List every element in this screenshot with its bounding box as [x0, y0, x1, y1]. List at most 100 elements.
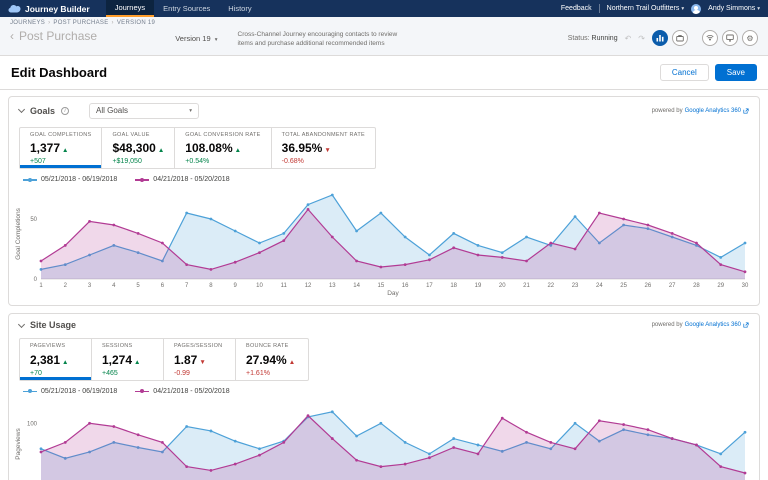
metric-goal-completions[interactable]: GOAL COMPLETIONS 1,377 ▲ +507 — [20, 127, 103, 169]
page-title: Edit Dashboard — [11, 64, 108, 80]
metric-total-abandonment-rate[interactable]: TOTAL ABANDONMENT RATE 36.95% ▼ -0.68% — [272, 128, 375, 169]
external-link-icon — [743, 108, 749, 114]
google-analytics-link[interactable]: Google Analytics 360 — [685, 108, 741, 114]
svg-text:28: 28 — [693, 283, 700, 289]
goals-chart: 0 50 1 2 3 4 5 6 7 8 9 10 11 12 13 14 15 16 17 18 19 20 21 22 23… — [13, 183, 755, 302]
svg-text:27: 27 — [669, 283, 676, 289]
svg-text:18: 18 — [450, 283, 457, 289]
collapse-goals-icon[interactable] — [17, 106, 26, 114]
svg-text:6: 6 — [161, 283, 165, 289]
tab-entry-sources[interactable]: Entry Sources — [154, 0, 219, 17]
nav-right: Feedback Northern Trail Outfitters ▾ Andy… — [561, 0, 768, 17]
chevron-down-icon: ▾ — [189, 107, 193, 114]
journey-description: Cross-Channel Journey encouraging contac… — [237, 31, 398, 48]
svg-text:24: 24 — [596, 283, 603, 289]
settings-gear-button[interactable]: ⚙ — [742, 30, 758, 47]
site-usage-legend: 05/21/2018 - 06/19/2018 04/21/2018 - 05/… — [9, 381, 759, 395]
svg-text:Day: Day — [387, 290, 399, 297]
svg-text:0: 0 — [34, 277, 38, 283]
svg-text:13: 13 — [329, 283, 336, 289]
version-select[interactable]: Version 19 ▾ — [175, 34, 217, 49]
breadcrumb: JOURNEYS › POST PURCHASE › VERSION 19 — [10, 20, 155, 26]
metric-goal-conversion-rate[interactable]: GOAL CONVERSION RATE 108.08% ▲ +0.54% — [175, 127, 272, 169]
breadcrumb-version: VERSION 19 — [116, 20, 156, 26]
legend-marker-icon — [135, 389, 150, 394]
svg-text:11: 11 — [281, 283, 288, 289]
svg-text:3: 3 — [88, 283, 92, 289]
info-icon[interactable]: i — [61, 106, 70, 115]
svg-text:7: 7 — [185, 283, 189, 289]
powered-by-label: powered by — [651, 107, 683, 114]
collapse-site-usage-icon[interactable] — [17, 320, 26, 328]
feedback-link[interactable]: Feedback — [561, 5, 592, 12]
version-label: Version 19 — [175, 34, 211, 43]
app-title: Journey Builder — [25, 3, 90, 14]
svg-text:Pageviews: Pageviews — [15, 427, 22, 459]
goal-filter-select[interactable]: All Goals ▾ — [89, 102, 200, 119]
back-icon[interactable]: ‹ — [10, 30, 14, 42]
org-menu[interactable]: Northern Trail Outfitters ▾ — [607, 5, 685, 12]
save-button[interactable]: Save — [714, 63, 757, 81]
trend-arrow-icon: ▲ — [288, 358, 296, 366]
metric-pages-per-session[interactable]: PAGES/SESSION 1.87 ▼ -0.99 — [164, 339, 236, 380]
legend-series-current[interactable]: 05/21/2018 - 06/19/2018 — [23, 176, 117, 183]
legend-series-previous[interactable]: 04/21/2018 - 05/20/2018 — [135, 388, 230, 395]
breadcrumb-separator: › — [111, 20, 114, 26]
svg-text:15: 15 — [378, 283, 385, 289]
edit-actions: Cancel Save — [659, 63, 757, 81]
avatar[interactable] — [691, 3, 702, 14]
goals-legend: 05/21/2018 - 06/19/2018 04/21/2018 - 05/… — [9, 169, 759, 183]
status-label: Status: — [567, 34, 590, 42]
briefcase-button[interactable] — [672, 30, 688, 47]
legend-series-previous[interactable]: 04/21/2018 - 05/20/2018 — [135, 176, 230, 183]
dashboard-main: Goals i All Goals ▾ powered by Google An… — [0, 89, 768, 480]
goals-panel: Goals i All Goals ▾ powered by Google An… — [8, 95, 760, 307]
legend-series-current[interactable]: 05/21/2018 - 06/19/2018 — [23, 388, 117, 395]
svg-text:14: 14 — [353, 283, 360, 289]
svg-text:50: 50 — [30, 217, 37, 223]
svg-text:26: 26 — [645, 283, 652, 289]
svg-text:4: 4 — [112, 283, 116, 289]
external-link-icon — [743, 322, 749, 328]
svg-text:100: 100 — [27, 421, 38, 427]
breadcrumb-journeys[interactable]: JOURNEYS — [10, 20, 45, 26]
broadcast-button[interactable] — [702, 30, 718, 47]
breadcrumb-post-purchase[interactable]: POST PURCHASE — [53, 20, 108, 26]
tab-history[interactable]: History — [219, 0, 260, 17]
trend-arrow-icon: ▲ — [62, 147, 69, 155]
metric-sessions[interactable]: SESSIONS 1,274 ▲ +465 — [92, 339, 164, 380]
svg-text:30: 30 — [742, 283, 749, 289]
metric-bounce-rate[interactable]: BOUNCE RATE 27.94% ▲ +1.61% — [236, 339, 308, 380]
metric-goal-value[interactable]: GOAL VALUE $48,300 ▲ +$19,050 — [102, 127, 176, 169]
svg-text:10: 10 — [256, 283, 263, 289]
svg-text:12: 12 — [305, 283, 312, 289]
legend-marker-icon — [23, 177, 37, 182]
site-usage-chart: 0100123456789101112131415161718192021222… — [13, 395, 755, 480]
legend-marker-icon — [135, 177, 150, 182]
org-name: Northern Trail Outfitters — [606, 5, 680, 12]
breadcrumb-separator: › — [48, 20, 51, 26]
svg-text:22: 22 — [547, 283, 554, 289]
redo-icon[interactable]: ↷ — [638, 34, 645, 43]
tab-journeys[interactable]: Journeys — [105, 0, 155, 17]
undo-icon[interactable]: ↶ — [625, 34, 632, 43]
journey-header-left: JOURNEYS › POST PURCHASE › VERSION 19 ‹ … — [10, 20, 155, 49]
user-menu[interactable]: Andy Simmons ▾ — [708, 5, 760, 12]
svg-text:2: 2 — [64, 283, 68, 289]
journey-title: Post Purchase — [19, 29, 98, 43]
svg-text:19: 19 — [475, 283, 482, 289]
chevron-down-icon: ▾ — [757, 6, 760, 12]
svg-text:20: 20 — [499, 283, 506, 289]
goals-title: Goals — [30, 105, 56, 116]
powered-by: powered by Google Analytics 360 — [652, 322, 749, 328]
trend-arrow-icon: ▲ — [134, 358, 141, 366]
brand: Journey Builder — [0, 0, 98, 17]
analytics-view-button[interactable] — [652, 30, 668, 47]
chevron-down-icon: ▾ — [681, 6, 685, 12]
svg-text:29: 29 — [717, 283, 724, 289]
cancel-button[interactable]: Cancel — [659, 63, 709, 81]
monitor-button[interactable] — [722, 30, 738, 47]
svg-text:17: 17 — [426, 283, 433, 289]
metric-pageviews[interactable]: PAGEVIEWS 2,381 ▲ +70 — [20, 339, 92, 380]
google-analytics-link[interactable]: Google Analytics 360 — [685, 322, 741, 328]
